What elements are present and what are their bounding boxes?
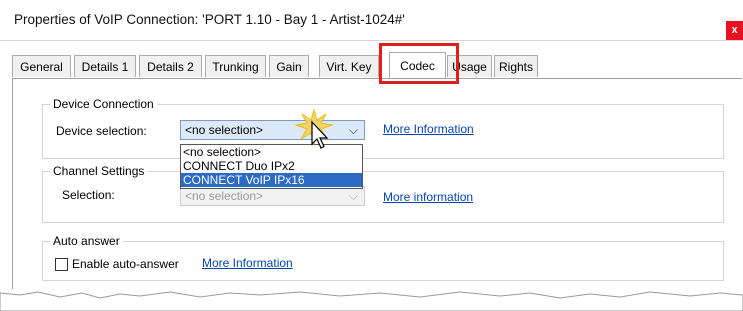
close-button[interactable]: x	[726, 21, 743, 40]
enable-auto-answer-label[interactable]: Enable auto-answer	[72, 257, 179, 271]
auto-answer-more-information-link[interactable]: More Information	[202, 256, 293, 270]
tab-details-2[interactable]: Details 2	[139, 55, 202, 77]
torn-edge	[0, 291, 743, 311]
tab-trunking[interactable]: Trunking	[205, 55, 266, 77]
device-selection-value: <no selection>	[185, 123, 264, 137]
device-selection-label: Device selection:	[56, 124, 147, 138]
chevron-down-icon: ⌵	[348, 189, 358, 203]
dropdown-option-connect-duo-ipx2[interactable]: CONNECT Duo IPx2	[181, 159, 362, 173]
channel-settings-title: Channel Settings	[50, 164, 148, 178]
channel-selection-value: <no selection>	[185, 189, 264, 203]
tab-virt-key[interactable]: Virt. Key	[319, 55, 379, 77]
window-title: Properties of VoIP Connection: 'PORT 1.1…	[14, 12, 405, 27]
device-more-information-link[interactable]: More Information	[383, 122, 474, 136]
tab-general[interactable]: General	[12, 55, 71, 77]
chevron-down-icon[interactable]: ⌵	[349, 121, 358, 139]
dropdown-option-connect-voip-ipx16[interactable]: CONNECT VoIP IPx16	[181, 173, 362, 187]
channel-more-information-link[interactable]: More information	[383, 190, 473, 204]
enable-auto-answer-checkbox[interactable]	[55, 258, 68, 271]
title-divider	[0, 40, 743, 41]
channel-selection-label: Selection:	[62, 188, 115, 202]
codec-tab-highlight	[379, 43, 459, 84]
device-connection-title: Device Connection	[50, 97, 157, 111]
tab-rights[interactable]: Rights	[494, 55, 538, 77]
tab-details-1[interactable]: Details 1	[74, 55, 136, 77]
channel-selection-combo: <no selection> ⌵	[180, 186, 365, 206]
auto-answer-title: Auto answer	[50, 234, 123, 248]
tab-strip: General Details 1 Details 2 Trunking Gai…	[12, 52, 742, 79]
title-bar: Properties of VoIP Connection: 'PORT 1.1…	[0, 0, 743, 40]
tab-gain[interactable]: Gain	[269, 55, 309, 77]
click-cursor-icon	[294, 108, 334, 149]
